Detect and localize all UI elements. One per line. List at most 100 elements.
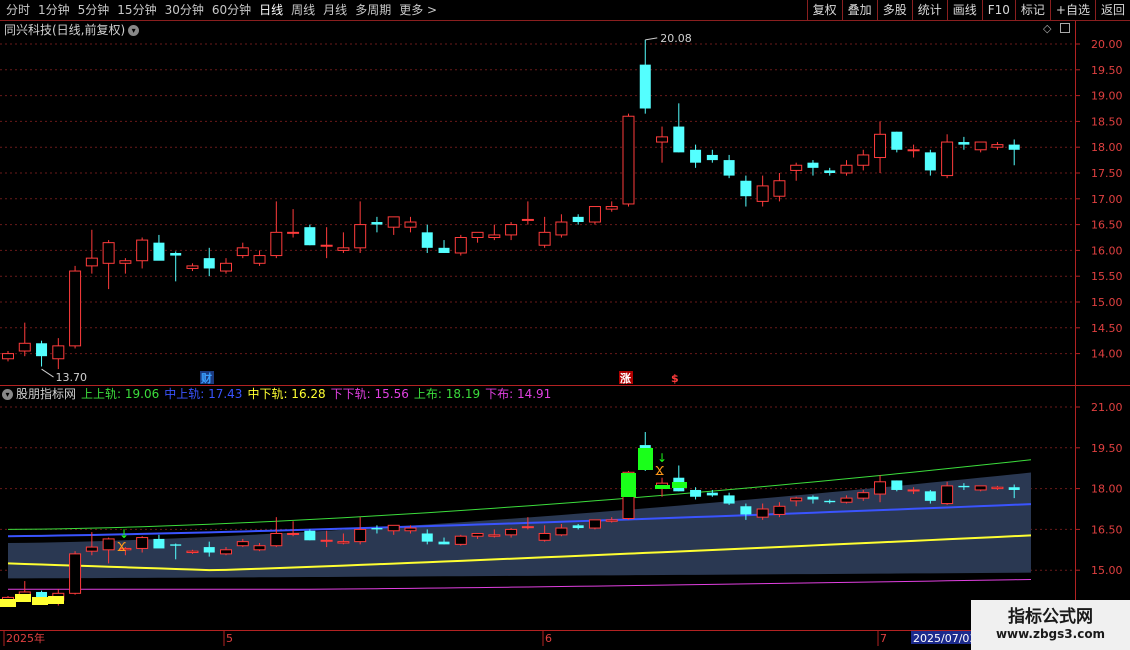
watermark-title: 指标公式网 xyxy=(1008,607,1093,627)
candle-down xyxy=(153,242,165,261)
candle-down xyxy=(572,216,584,223)
candle-down xyxy=(824,500,836,503)
candle-up xyxy=(773,180,786,197)
candle-up xyxy=(756,185,769,202)
indicator-tick-label: 18.00 xyxy=(1091,483,1123,496)
candle-up xyxy=(454,237,467,254)
event-marker: 涨 xyxy=(620,371,631,385)
candle-up xyxy=(320,539,333,542)
signal-bar xyxy=(621,473,636,497)
candle-down xyxy=(1008,144,1020,150)
candle-up xyxy=(85,546,98,552)
candle-down xyxy=(891,131,903,150)
candle-up xyxy=(907,489,920,492)
candle-up xyxy=(287,231,300,234)
candle-down xyxy=(438,541,450,545)
candle-up xyxy=(622,115,635,205)
price-tick-label: 16.50 xyxy=(1091,219,1123,232)
candle-up xyxy=(790,497,803,502)
candle-down xyxy=(723,495,735,504)
candle-up xyxy=(102,242,115,264)
candle-down xyxy=(639,64,651,109)
candle-up xyxy=(2,353,14,360)
price-tick-label: 19.00 xyxy=(1091,90,1123,103)
price-tick-label: 15.50 xyxy=(1091,270,1123,283)
candle-up xyxy=(488,534,501,537)
candle-up xyxy=(756,508,769,518)
candle-down xyxy=(690,149,702,163)
high-label: 20.08 xyxy=(660,32,692,45)
candle-up xyxy=(488,234,501,238)
candle-up xyxy=(119,260,132,264)
indicator-tick-label: 15.00 xyxy=(1091,564,1123,577)
candle-down xyxy=(572,525,584,529)
candle-down xyxy=(958,142,970,145)
candle-down xyxy=(673,126,685,153)
candle-down xyxy=(170,544,182,546)
candle-down xyxy=(421,533,433,542)
candle-down xyxy=(891,480,903,490)
price-tick-label: 20.00 xyxy=(1091,38,1123,51)
candle-up xyxy=(605,206,618,210)
candle-down xyxy=(958,485,970,488)
candle-up xyxy=(840,164,853,174)
candle-up xyxy=(974,141,987,151)
signal-bar xyxy=(655,485,670,489)
candle-up xyxy=(471,231,484,238)
candle-up xyxy=(186,550,199,554)
low-label: 13.70 xyxy=(56,371,88,384)
candle-up xyxy=(404,221,417,228)
person-icon: Ϫ xyxy=(117,540,126,554)
signal-bar xyxy=(638,448,653,470)
indicator-tick-label: 21.00 xyxy=(1091,401,1123,414)
watermark: 指标公式网 www.zbgs3.com xyxy=(971,600,1130,650)
candle-up xyxy=(991,144,1004,148)
candle-up xyxy=(941,141,954,177)
candle-up xyxy=(69,553,82,594)
candle-up xyxy=(605,519,618,522)
candle-up xyxy=(404,527,417,532)
candle-up xyxy=(236,541,249,547)
yellow-bar xyxy=(0,599,16,607)
price-tick-label: 16.00 xyxy=(1091,244,1123,257)
person-icon: Ϫ xyxy=(655,464,664,478)
candle-down xyxy=(438,247,450,253)
candle-up xyxy=(354,528,367,543)
candle-up xyxy=(69,270,82,347)
candle-up xyxy=(773,505,786,515)
candle-up xyxy=(991,486,1004,490)
candle-up xyxy=(538,532,551,541)
candle-down xyxy=(421,232,433,248)
candle-up xyxy=(220,262,233,272)
candle-up xyxy=(907,149,920,152)
candle-up xyxy=(387,216,400,228)
candle-up xyxy=(538,231,551,246)
yellow-bar xyxy=(32,597,48,605)
price-tick-label: 15.00 xyxy=(1091,296,1123,309)
candle-up xyxy=(656,136,669,143)
price-tick-label: 17.50 xyxy=(1091,167,1123,180)
candle-down xyxy=(153,538,165,549)
candle-up xyxy=(136,239,149,262)
cursor-date-label: 2025/07/03 xyxy=(913,632,976,645)
candle-down xyxy=(371,222,383,225)
candle-down xyxy=(304,530,316,541)
candle-up xyxy=(320,244,333,247)
candle-up xyxy=(270,231,283,257)
kline-chart[interactable]: 20.00 19.50 19.00 18.50 18.00 17.50 17.00 16.50… xyxy=(0,0,1130,650)
candle-up xyxy=(253,545,266,551)
candle-down xyxy=(304,227,316,246)
candle-up xyxy=(236,247,249,257)
candle-up xyxy=(941,485,954,505)
candle-down xyxy=(706,492,718,496)
candle-down xyxy=(807,496,819,500)
candle-down xyxy=(740,180,752,197)
event-marker: 财 xyxy=(200,371,212,385)
candle-down xyxy=(706,154,718,161)
candle-up xyxy=(337,541,350,544)
price-tick-label: 18.00 xyxy=(1091,141,1123,154)
price-tick-label: 14.00 xyxy=(1091,348,1123,361)
candle-up xyxy=(337,247,350,251)
candle-down xyxy=(36,343,48,357)
candle-up xyxy=(354,224,367,249)
